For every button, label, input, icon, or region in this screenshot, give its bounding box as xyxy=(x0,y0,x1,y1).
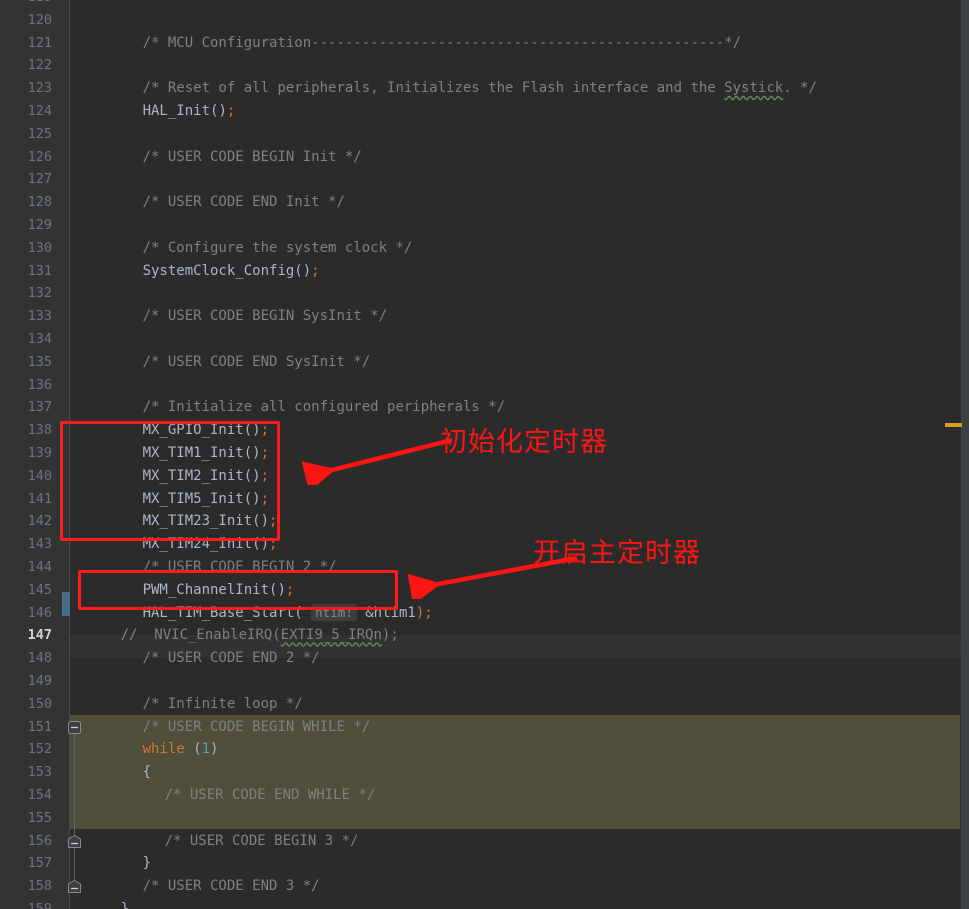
code-line-147[interactable]: /* USER CODE END 2 */ xyxy=(70,624,969,666)
line-number: 132 xyxy=(27,285,52,302)
code-editor[interactable]: 119 120 121 122 123 124 125 126 127 128 … xyxy=(0,0,969,909)
code-line-132[interactable]: /* USER CODE BEGIN SysInit */ xyxy=(70,282,969,324)
annotation-label-init-timers: 初始化定时器 xyxy=(440,427,608,458)
line-number: 124 xyxy=(27,103,52,119)
code-line-140[interactable]: MX_TIM5_Init(); xyxy=(70,465,969,507)
code-line-141[interactable]: MX_TIM23_Init(); xyxy=(70,488,969,529)
code-line-130[interactable]: SystemClock_Config(); xyxy=(70,237,969,279)
code-line-124[interactable] xyxy=(70,100,969,123)
code-line-128[interactable] xyxy=(70,191,969,214)
line-number: 145 xyxy=(27,581,52,598)
code-line-153[interactable]: /* USER CODE END WHILE */ xyxy=(70,761,969,803)
line-number: 130 xyxy=(27,239,52,256)
line-number: 146 xyxy=(27,604,52,621)
code-line-149[interactable]: /* Infinite loop */ xyxy=(70,670,969,712)
code-line-158[interactable]: } xyxy=(70,875,969,909)
code-line-150[interactable]: /* USER CODE BEGIN WHILE */ xyxy=(70,693,969,735)
line-number: 144 xyxy=(27,559,52,575)
code-line-123[interactable]: HAL_Init(); xyxy=(70,77,969,119)
code-line-155[interactable]: /* USER CODE BEGIN 3 */ xyxy=(70,807,969,849)
code-line-154[interactable] xyxy=(70,784,969,807)
code-line-136[interactable]: /* Initialize all configured peripherals… xyxy=(70,374,969,415)
code-line-127[interactable]: /* USER CODE END Init */ xyxy=(70,168,969,210)
editor-scrollbar-stripe[interactable] xyxy=(945,0,969,909)
code-line-137[interactable]: MX_GPIO_Init(); xyxy=(70,396,969,438)
line-number: 128 xyxy=(27,194,52,211)
code-line-120[interactable]: /* MCU Configuration--------------------… xyxy=(70,9,969,51)
line-number: 122 xyxy=(27,57,52,74)
line-number: 138 xyxy=(27,422,52,439)
line-number: 148 xyxy=(27,650,52,667)
line-number: 153 xyxy=(27,764,52,781)
line-number: 134 xyxy=(27,331,52,347)
line-number: 157 xyxy=(27,855,52,872)
code-line-159[interactable] xyxy=(70,898,969,909)
line-number: 123 xyxy=(27,80,52,97)
code-line-142[interactable]: MX_TIM24_Init(); xyxy=(70,510,969,552)
code-line-131[interactable] xyxy=(70,260,969,283)
line-number: 126 xyxy=(27,148,52,165)
line-number: 119 xyxy=(0,0,52,9)
code-line-152[interactable]: { xyxy=(70,738,969,780)
vcs-change-marker[interactable] xyxy=(62,592,70,616)
line-number: 133 xyxy=(27,308,52,325)
code-line-133[interactable] xyxy=(70,305,969,328)
line-number: 151 xyxy=(27,718,52,735)
code-line-134[interactable]: /* USER CODE END SysInit */ xyxy=(70,328,969,370)
line-number: 142 xyxy=(27,513,52,530)
code-line-129[interactable]: /* Configure the system clock */ xyxy=(70,214,969,256)
code-line-143[interactable]: /* USER CODE BEGIN 2 */ xyxy=(70,533,969,575)
line-number: 150 xyxy=(27,695,52,712)
code-line-151[interactable]: while (1) xyxy=(70,716,969,757)
line-number: 159 xyxy=(27,901,52,909)
line-number: 141 xyxy=(27,490,52,507)
line-number: 121 xyxy=(27,34,52,51)
line-number: 158 xyxy=(27,878,52,895)
line-number: 131 xyxy=(27,262,52,279)
line-number: 140 xyxy=(27,467,52,484)
code-line-148[interactable] xyxy=(70,647,969,670)
code-line-122[interactable]: /* Reset of all peripherals, Initializes… xyxy=(70,54,969,96)
line-number: 120 xyxy=(27,11,52,28)
line-number: 127 xyxy=(27,171,52,188)
line-number: 125 xyxy=(27,125,52,142)
line-number: 129 xyxy=(27,217,52,233)
code-line-125[interactable]: /* USER CODE BEGIN Init */ xyxy=(70,123,969,165)
code-line-135[interactable] xyxy=(70,351,969,374)
line-number: 136 xyxy=(27,376,52,393)
code-line-121[interactable] xyxy=(70,32,969,55)
line-number: 139 xyxy=(27,445,52,461)
line-number: 135 xyxy=(27,353,52,370)
line-number: 156 xyxy=(27,832,52,849)
line-number: 155 xyxy=(27,809,52,826)
code-line-126[interactable] xyxy=(70,146,969,169)
line-number: 137 xyxy=(27,399,52,416)
annotation-label-start-main-timer: 开启主定时器 xyxy=(533,538,701,569)
code-line-157[interactable]: /* USER CODE END 3 */ xyxy=(70,852,969,894)
line-number: 154 xyxy=(27,787,52,803)
code-line-156[interactable]: } xyxy=(70,830,969,871)
code-line-144[interactable]: PWM_ChannelInit(); xyxy=(70,556,969,598)
code-line-119[interactable] xyxy=(70,0,969,9)
code-line-146[interactable]: // NVIC_EnableIRQ(EXTI9_5_IRQn); xyxy=(70,602,969,643)
line-number: 143 xyxy=(27,536,52,553)
line-number-gutter[interactable]: 119 120 121 122 123 124 125 126 127 128 … xyxy=(0,0,70,909)
scrollbar-warning-marker[interactable] xyxy=(945,423,962,427)
line-number: 149 xyxy=(27,673,52,689)
line-number-current: 147 xyxy=(27,627,52,644)
line-number: 152 xyxy=(27,741,52,758)
code-line-145[interactable]: HAL_TIM_Base_Start( htim: &htim1); xyxy=(70,579,969,621)
